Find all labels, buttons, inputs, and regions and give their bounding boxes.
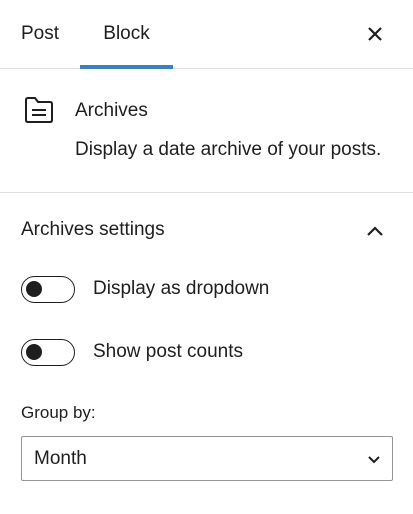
tab-block-label: Block	[103, 23, 150, 44]
sidebar-tabs: Post Block	[0, 0, 413, 69]
show-post-counts-toggle[interactable]	[21, 338, 75, 366]
collapse-panel-button[interactable]	[363, 219, 387, 243]
toggle-row-show-post-counts: Show post counts	[21, 338, 243, 366]
tab-block[interactable]: Block	[80, 0, 173, 69]
settings-panel-title[interactable]: Archives settings	[21, 219, 165, 241]
archive-folder-icon	[25, 97, 53, 123]
display-as-dropdown-toggle[interactable]	[21, 275, 75, 303]
display-as-dropdown-label[interactable]: Display as dropdown	[93, 278, 269, 300]
block-card: Archives Display a date archive of your …	[0, 69, 413, 193]
close-icon	[368, 27, 382, 41]
chevron-up-icon	[367, 226, 383, 236]
toggle-knob	[26, 343, 42, 360]
group-by-value: Month	[34, 447, 87, 469]
toggle-row-display-as-dropdown: Display as dropdown	[21, 275, 269, 303]
block-description: Display a date archive of your posts.	[75, 139, 382, 160]
group-by-label: Group by:	[21, 403, 96, 422]
toggle-knob	[26, 280, 42, 297]
chevron-down-icon	[368, 456, 380, 464]
tab-post[interactable]: Post	[0, 0, 78, 68]
show-post-counts-label[interactable]: Show post counts	[93, 341, 243, 363]
group-by-select[interactable]: Month	[21, 436, 393, 481]
archives-settings-panel: Archives settings Display as dropdown Sh…	[0, 193, 413, 513]
block-title: Archives	[75, 100, 148, 121]
close-button[interactable]	[363, 22, 387, 46]
tab-post-label: Post	[20, 23, 60, 44]
